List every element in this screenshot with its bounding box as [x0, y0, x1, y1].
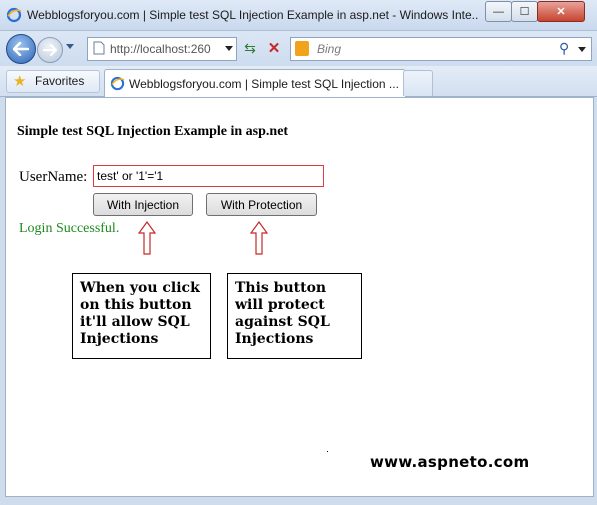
protection-note: This button will protect against SQL Inj… — [227, 273, 362, 359]
window-title: Webblogsforyou.com | Simple test SQL Inj… — [27, 8, 479, 22]
stop-icon: ✕ — [267, 40, 281, 57]
login-status: Login Successful. — [19, 221, 120, 236]
page-icon — [93, 41, 105, 55]
maximize-button[interactable]: ☐ — [511, 1, 538, 22]
page-content: Simple test SQL Injection Example in asp… — [5, 97, 594, 497]
star-icon: ★ — [13, 73, 27, 90]
ie-icon — [6, 7, 22, 23]
minimize-button[interactable]: — — [485, 1, 512, 22]
up-arrow-icon — [250, 221, 268, 255]
favorites-label: Favorites — [35, 74, 85, 88]
address-text[interactable]: http://localhost:260 — [110, 42, 216, 56]
new-tab-button[interactable] — [403, 70, 433, 96]
favorites-bar: ★ Favorites Webblogsforyou.com | Simple … — [0, 66, 597, 97]
back-button[interactable] — [6, 34, 36, 64]
page-title: Simple test SQL Injection Example in asp… — [17, 124, 289, 139]
search-box[interactable]: Bing ⚲ — [290, 37, 592, 61]
bing-icon — [295, 41, 309, 56]
address-dropdown[interactable] — [225, 46, 233, 51]
up-arrow-icon — [138, 221, 156, 255]
search-dropdown[interactable] — [578, 47, 586, 52]
refresh-button[interactable]: ⇆ — [238, 37, 262, 59]
with-injection-button[interactable]: With Injection — [93, 193, 193, 216]
forward-arrow-icon — [43, 44, 57, 56]
username-input[interactable] — [93, 165, 324, 187]
address-bar[interactable]: http://localhost:260 — [87, 37, 237, 61]
history-dropdown[interactable] — [66, 44, 74, 49]
forward-button[interactable] — [37, 37, 63, 63]
stop-button[interactable]: ✕ — [262, 37, 286, 59]
search-icon[interactable]: ⚲ — [559, 40, 569, 57]
username-label: UserName: — [19, 169, 88, 185]
title-bar: Webblogsforyou.com | Simple test SQL Inj… — [0, 0, 597, 31]
back-arrow-icon — [13, 42, 29, 56]
with-protection-button[interactable]: With Protection — [206, 193, 317, 216]
tab-label: Webblogsforyou.com | Simple test SQL Inj… — [129, 77, 399, 91]
injection-note: When you click on this button it'll allo… — [72, 273, 211, 359]
watermark: www.aspneto.com — [370, 453, 530, 471]
favorites-button[interactable]: ★ Favorites — [6, 70, 100, 93]
navigation-bar: http://localhost:260 ⇆ ✕ Bing ⚲ — [0, 31, 597, 65]
dot — [327, 451, 328, 452]
tab-active[interactable]: Webblogsforyou.com | Simple test SQL Inj… — [104, 69, 406, 97]
refresh-icon: ⇆ — [244, 39, 256, 56]
close-button[interactable]: ✕ — [537, 1, 585, 22]
search-placeholder[interactable]: Bing — [317, 42, 341, 56]
ie-icon — [110, 76, 125, 91]
